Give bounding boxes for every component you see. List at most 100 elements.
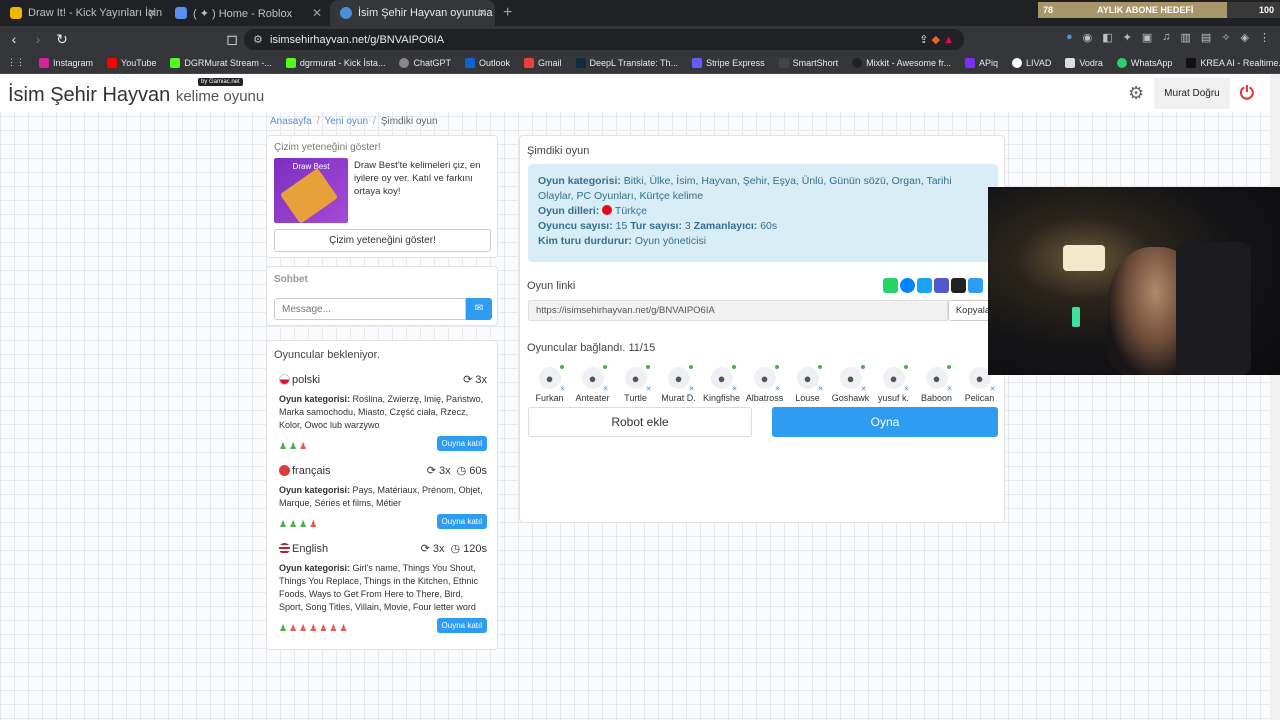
player-avatar-icon: ● ✕ [538,365,566,393]
bookmark-icon[interactable]: ◻ [222,31,242,48]
breadcrumb-home[interactable]: Anasayfa [270,116,312,127]
kick-player-icon[interactable]: ✕ [560,385,566,393]
player-slot[interactable]: ● ✕ Louse [786,365,829,403]
teams-share-icon[interactable] [934,278,949,293]
bookmark-instagram[interactable]: Instagram [32,57,100,68]
timer-icon: ◷ 60s [456,465,487,477]
share-icon[interactable]: ⇪ ◆ ▲ [919,33,954,46]
play-button[interactable]: Oyna [772,407,998,437]
logout-power-icon[interactable]: ⏻ [1240,83,1254,104]
bookmark-whatsapp[interactable]: WhatsApp [1110,57,1180,68]
snapchat-share-icon[interactable] [951,278,966,293]
player-name: Pelican [964,393,995,403]
bookmark-krea[interactable]: KREA AI - Realtime... [1179,57,1280,68]
bookmark-livad[interactable]: LIVAD [1005,57,1058,68]
draw-best-image[interactable]: Draw Best [274,158,348,224]
lang-name: English [292,542,329,555]
close-tab-icon[interactable]: ✕ [312,6,322,20]
send-message-icon[interactable]: ✉ [466,298,492,320]
browser-tab-drawit[interactable]: Draw It! - Kick Yayınları İçin Çizim ve✕ [0,0,165,26]
extension-icons[interactable]: ● ◉ ◧ ✦ ▣ ♫ ▥ ▤ ✧ ◈ ⋮ [1066,31,1270,44]
kick-player-icon[interactable]: ✕ [732,385,738,393]
forward-icon[interactable]: › [28,31,48,47]
bookmark-gmail[interactable]: Gmail [517,57,569,68]
chat-message-input[interactable] [274,298,466,320]
page-scrollbar[interactable] [1270,74,1280,720]
game-link-field[interactable]: https://isimsehirhayvan.net/g/BNVAIPO6IA [528,300,948,321]
bookmark-outlook[interactable]: Outlook [458,57,517,68]
draw-best-image-label: Draw Best [292,162,330,171]
player-slot[interactable]: ● ✕ Anteater [571,365,614,403]
neon-light [1072,307,1080,327]
player-slot[interactable]: ● ✕ Albatross [743,365,786,403]
goal-end: 100 [1258,5,1274,15]
online-dot [559,365,564,369]
breadcrumb-new-game[interactable]: Yeni oyun [324,116,368,127]
bookmark-smartshort[interactable]: SmartShort [772,57,846,68]
kick-player-icon[interactable]: ✕ [861,385,867,393]
browser-tab-bar: Draw It! - Kick Yayınları İçin Çizim ve✕… [0,0,1280,26]
browser-tab-active[interactable]: İsim Şehir Hayvan oyununa katıl✕ [330,0,495,26]
kick-player-icon[interactable]: ✕ [990,385,996,393]
settings-gear-icon[interactable]: ⚙ [1128,83,1144,104]
site-logo[interactable]: İsim Şehir Hayvan kelime oyunu [8,84,264,107]
tab-favicon-icon [175,7,187,19]
bookmark-deepl[interactable]: DeepL Translate: Th... [569,57,686,68]
show-drawing-button[interactable]: Çizim yeteneğini göster! [274,229,491,252]
gamiac-badge[interactable]: by Gamiac.net [198,78,243,86]
kick-player-icon[interactable]: ✕ [775,385,781,393]
gaming-chair [1176,242,1251,375]
reload-icon[interactable]: ↻ [52,31,72,48]
whatsapp-share-icon[interactable] [883,278,898,293]
kick-player-icon[interactable]: ✕ [904,385,910,393]
kick-player-icon[interactable]: ✕ [818,385,824,393]
info-rounds-label: Tur sayısı: [630,220,682,232]
bookmark-apiq[interactable]: APiq [958,57,1005,68]
join-game-button[interactable]: Ouyna katıl [436,514,487,529]
site-info-icon[interactable]: ⚙ [253,33,263,46]
kick-player-icon[interactable]: ✕ [689,385,695,393]
flag-us-icon [279,543,290,554]
subscriber-goal-bar: 78 AYLIK ABONE HEDEFİ 100 [1038,2,1280,18]
player-slot[interactable]: ● ✕ Furkan [528,365,571,403]
add-robot-button[interactable]: Robot ekle [528,407,752,437]
more-share-icon[interactable] [968,278,983,293]
player-slot[interactable]: ● ✕ Turtle [614,365,657,403]
url-field[interactable]: isimsehirhayvan.net/g/BNVAIPO6IA ⚙ ⇪ ◆ ▲ [244,29,964,50]
player-list: ● ✕ Furkan ● ✕ Anteater ● ✕ Turtle ● ✕ Murat D. ● ✕ Ki… [528,365,1001,403]
close-tab-icon[interactable]: ✕ [477,6,487,20]
new-tab-button[interactable]: + [495,4,520,22]
share-icons [883,278,983,293]
kick-player-icon[interactable]: ✕ [646,385,652,393]
bookmark-mixkit[interactable]: Mixkit - Awesome fr... [845,57,958,68]
twitter-share-icon[interactable] [917,278,932,293]
player-slot[interactable]: ● ✕ yusuf k. [872,365,915,403]
player-slot[interactable]: ● ✕ Baboon [915,365,958,403]
player-slot[interactable]: ● ✕ Kingfishe [700,365,743,403]
bookmark-chatgpt[interactable]: ChatGPT [392,57,458,68]
bookmark-kick[interactable]: dgrmurat - Kick İsta... [279,57,393,68]
draw-best-card: Çizim yeteneğini göster! Draw Best Draw … [266,135,498,258]
bookmark-youtube[interactable]: YouTube [100,57,163,68]
kick-player-icon[interactable]: ✕ [603,385,609,393]
join-game-button[interactable]: Ouyna katıl [436,618,487,633]
back-icon[interactable]: ‹ [4,31,24,47]
address-toolbar: ‹ › ↻ ◻ isimsehirhayvan.net/g/BNVAIPO6IA… [0,26,1280,52]
waiting-list: polski ⟳ 3x Oyun kategorisi: Roślina, Zw… [279,373,487,634]
bookmark-vodra[interactable]: Vodra [1058,57,1110,68]
page-content: İsim Şehir Hayvan kelime oyunu by Gamiac… [0,74,1280,720]
player-slot[interactable]: ● ✕ Goshawk [829,365,872,403]
player-slot[interactable]: ● ✕ Murat D. [657,365,700,403]
kick-player-icon[interactable]: ✕ [947,385,953,393]
apps-icon[interactable]: ⋮⋮ [0,57,32,68]
bookmark-dgrmurat-stream[interactable]: DGRMurat Stream -... [163,57,279,68]
user-menu[interactable]: Murat Doğru [1154,78,1230,109]
messenger-share-icon[interactable] [900,278,915,293]
lang-name: polski [292,373,321,386]
browser-tab-roblox[interactable]: ( ✦ ) Home - Roblox ✕ [165,0,330,26]
close-tab-icon[interactable]: ✕ [147,6,157,20]
tab-favicon-icon [340,7,352,19]
player-avatar-icon: ● ✕ [925,365,953,393]
join-game-button[interactable]: Ouyna katıl [436,436,487,451]
bookmark-stripe[interactable]: Stripe Express [685,57,772,68]
